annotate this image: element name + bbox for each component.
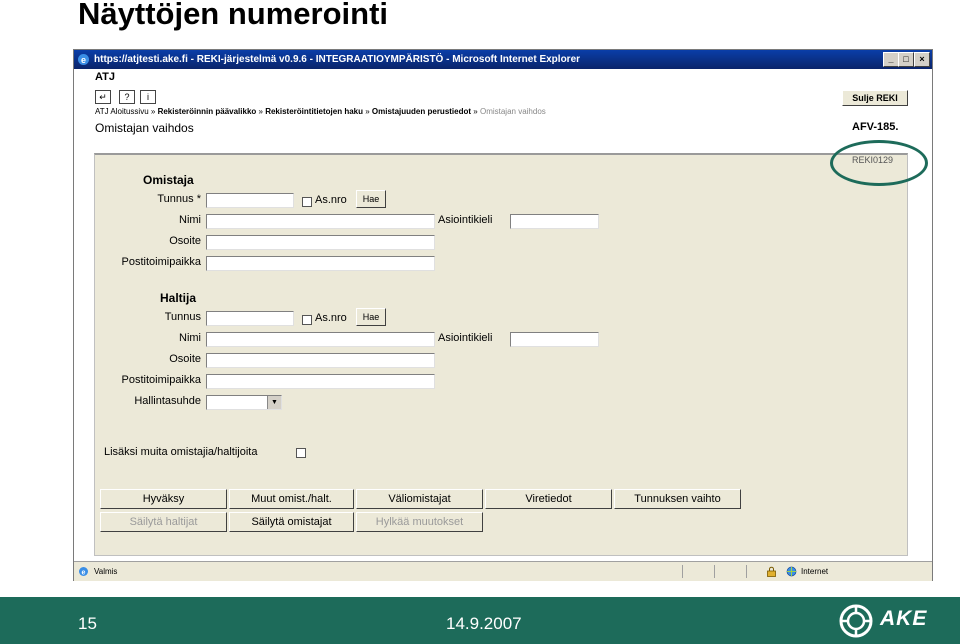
holder-asnro-checkbox[interactable] — [302, 315, 312, 325]
breadcrumb-separator: » — [150, 107, 156, 116]
page-heading: Omistajan vaihdos — [95, 121, 194, 135]
owner-address-label: Osoite — [169, 235, 201, 247]
owner-id-label: Tunnus * — [157, 193, 201, 205]
save-holders-button[interactable]: Säilytä haltijat — [100, 512, 227, 532]
back-arrow-icon[interactable]: ↵ — [95, 90, 111, 104]
browser-window: e https://atjtesti.ake.fi - REKI-järjest… — [73, 49, 933, 581]
accept-button[interactable]: Hyväksy — [100, 489, 227, 509]
status-text: Valmis — [94, 567, 118, 576]
breadcrumb-item[interactable]: ATJ Aloitussivu — [95, 107, 149, 116]
browser-title: https://atjtesti.ake.fi - REKI-järjestel… — [94, 54, 581, 65]
internet-explorer-icon: e — [78, 54, 89, 65]
holder-id-label: Tunnus — [164, 311, 201, 323]
vehicle-id: AFV-185. — [852, 121, 899, 133]
holder-relation-label: Hallintasuhde — [134, 395, 201, 407]
intermediate-owners-button[interactable]: Väliomistajat — [356, 489, 483, 509]
app-name: ATJ — [95, 71, 115, 83]
slide-date: 14.9.2007 — [446, 614, 522, 633]
maximize-button[interactable]: □ — [898, 52, 914, 67]
highlight-oval — [830, 140, 928, 186]
holder-name-label: Nimi — [179, 332, 201, 344]
status-divider — [682, 565, 683, 578]
id-change-button[interactable]: Tunnuksen vaihto — [614, 489, 741, 509]
owner-language-label: Asiointikieli — [438, 214, 493, 226]
form-panel: Omistaja Tunnus * As.nro Hae Nimi Asioin… — [94, 153, 908, 556]
holder-section-title: Haltija — [160, 291, 197, 305]
more-owners-label: Lisäksi muita omistajia/haltijoita — [104, 446, 258, 458]
holder-asnro-label: As.nro — [315, 312, 347, 324]
breadcrumb-separator: » — [473, 107, 478, 116]
status-divider — [714, 565, 715, 578]
owner-asnro-label: As.nro — [315, 194, 347, 206]
breadcrumb-item[interactable]: Rekisteröintitietojen haku — [265, 107, 363, 116]
holder-address-label: Osoite — [169, 353, 201, 365]
page-icon: e — [79, 567, 88, 577]
holder-id-input[interactable] — [206, 311, 294, 326]
holder-address-input[interactable] — [206, 353, 435, 368]
svg-text:e: e — [81, 55, 86, 65]
slide-title: Näyttöjen numerointi — [78, 0, 389, 31]
breadcrumb: ATJ Aloitussivu » Rekisteröinnin päävali… — [95, 107, 546, 116]
page-number: 15 — [78, 614, 97, 633]
browser-titlebar: e https://atjtesti.ake.fi - REKI-järjest… — [74, 50, 932, 69]
lock-icon — [767, 566, 776, 577]
save-owners-button[interactable]: Säilytä omistajat — [229, 512, 354, 532]
reject-changes-button[interactable]: Hylkää muutokset — [356, 512, 483, 532]
holder-language-input[interactable] — [510, 332, 599, 347]
owner-language-input[interactable] — [510, 214, 599, 229]
holder-postal-input[interactable] — [206, 374, 435, 389]
breadcrumb-item[interactable]: Rekisteröinnin päävalikko — [158, 107, 257, 116]
minimize-button[interactable]: _ — [883, 52, 899, 67]
holder-name-input[interactable] — [206, 332, 435, 347]
breadcrumb-separator: » — [258, 107, 263, 116]
other-owners-button[interactable]: Muut omist./halt. — [229, 489, 354, 509]
security-zone: Internet — [801, 567, 829, 576]
ake-logo-icon — [839, 604, 873, 638]
slide-footer: 15 14.9.2007 AKE — [0, 597, 960, 644]
owner-name-label: Nimi — [179, 214, 201, 226]
breadcrumb-separator: » — [365, 107, 370, 116]
holder-relation-select[interactable]: ▼ — [206, 395, 282, 410]
browser-statusbar: e Valmis Internet — [74, 561, 932, 581]
owner-asnro-checkbox[interactable] — [302, 197, 312, 207]
owner-name-input[interactable] — [206, 214, 435, 229]
owner-postal-label: Postitoimipaikka — [121, 256, 201, 268]
help-button[interactable]: ? — [119, 90, 135, 104]
breadcrumb-item[interactable]: Omistajuuden perustiedot — [372, 107, 471, 116]
breadcrumb-current: Omistajan vaihdos — [479, 107, 546, 116]
chevron-down-icon[interactable]: ▼ — [267, 396, 281, 409]
holder-language-label: Asiointikieli — [438, 332, 493, 344]
more-owners-checkbox[interactable] — [296, 448, 306, 458]
owner-address-input[interactable] — [206, 235, 435, 250]
owner-postal-input[interactable] — [206, 256, 435, 271]
owner-id-input[interactable] — [206, 193, 294, 208]
svg-text:e: e — [82, 570, 86, 577]
status-divider — [746, 565, 747, 578]
ake-logo-text: AKE — [880, 607, 928, 630]
window-close-button[interactable]: × — [914, 52, 930, 67]
internet-zone-icon — [786, 566, 797, 577]
holder-postal-label: Postitoimipaikka — [121, 374, 201, 386]
holder-search-button[interactable]: Hae — [356, 308, 386, 326]
page-content: ATJ ↵ ? i Sulje REKI ATJ Aloitussivu » R… — [74, 69, 932, 561]
official-info-button[interactable]: Viretiedot — [485, 489, 612, 509]
close-reki-button[interactable]: Sulje REKI — [842, 90, 908, 106]
owner-section-title: Omistaja — [143, 173, 194, 187]
info-button[interactable]: i — [140, 90, 156, 104]
owner-search-button[interactable]: Hae — [356, 190, 386, 208]
